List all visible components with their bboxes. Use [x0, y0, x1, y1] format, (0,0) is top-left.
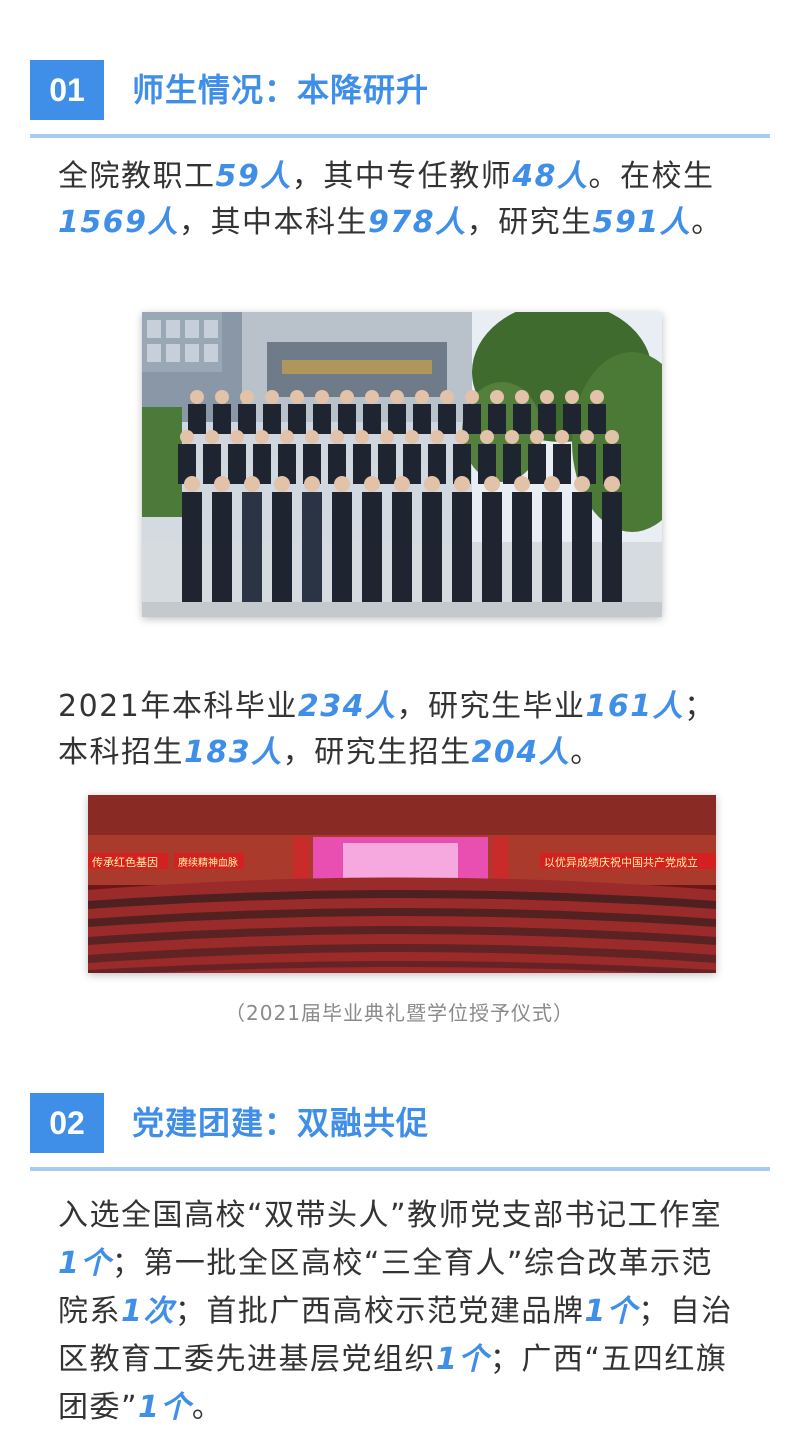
- highlight-number: 1个: [436, 1342, 490, 1377]
- section-divider: [30, 134, 770, 138]
- section-divider: [30, 1167, 770, 1171]
- text-segment: ；首批广西高校示范党建品牌: [174, 1294, 585, 1329]
- highlight-number: 234人: [297, 689, 397, 724]
- text-segment: 全院教职工: [58, 159, 216, 194]
- highlight-number: 591人: [592, 205, 692, 240]
- text-segment: ，其中本科生: [179, 205, 368, 240]
- highlight-number: 978人: [368, 205, 467, 240]
- highlight-number: 161人: [585, 689, 685, 724]
- text-segment: 。在校生: [588, 159, 715, 194]
- highlight-number: 1569人: [58, 205, 179, 240]
- highlight-number: 1次: [121, 1294, 175, 1329]
- banner-text-left: 传承红色基因: [92, 855, 158, 869]
- section-title: 党建团建：双融共促: [132, 1104, 430, 1142]
- text-segment: ，其中专任教师: [291, 159, 513, 194]
- graduation-ceremony-photo: 传承红色基因 赓续精神血脉 以优异成绩庆祝中国共产党成立: [88, 795, 716, 973]
- section-number-badge: 01: [30, 60, 104, 120]
- text-segment: 2021年本科毕业: [58, 689, 298, 724]
- highlight-number: 1个: [584, 1294, 639, 1329]
- highlight-number: 1个: [58, 1246, 112, 1281]
- photo-caption: （2021届毕业典礼暨学位授予仪式）: [225, 1001, 574, 1025]
- section-header-1: 01 师生情况：本降研升: [30, 60, 770, 140]
- staff-student-stats-paragraph: 全院教职工59人，其中专任教师48人。在校生 1569人，其中本科生978人，研究…: [58, 154, 744, 246]
- highlight-number: 48人: [512, 159, 589, 194]
- highlight-number: 59人: [215, 159, 292, 194]
- auditorium-illustration: 传承红色基因 赓续精神血脉 以优异成绩庆祝中国共产党成立: [88, 795, 716, 973]
- faculty-group-photo: [142, 312, 662, 617]
- section-number-badge: 02: [30, 1093, 104, 1153]
- group-photo-illustration: [142, 312, 662, 617]
- text-segment: ，研究生招生: [282, 735, 472, 770]
- banner-text-left-2: 赓续精神血脉: [178, 856, 238, 869]
- highlight-number: 1个: [138, 1390, 192, 1425]
- highlight-number: 183人: [184, 735, 283, 770]
- section-header-2: 02 党建团建：双融共促: [30, 1093, 770, 1173]
- section-title: 师生情况：本降研升: [132, 71, 430, 109]
- graduation-enrollment-paragraph: 2021年本科毕业234人，研究生毕业161人；本科招生183人，研究生招生20…: [58, 684, 744, 776]
- text-segment: ，研究生毕业: [396, 689, 586, 724]
- text-segment: 。: [691, 205, 723, 240]
- highlight-number: 204人: [471, 735, 571, 770]
- text-segment: 。: [191, 1390, 224, 1425]
- text-segment: 。: [570, 735, 602, 770]
- text-segment: ，研究生: [466, 205, 593, 240]
- party-building-paragraph: 入选全国高校“双带头人”教师党支部书记工作室1个；第一批全区高校“三全育人”综合…: [58, 1192, 744, 1432]
- text-segment: 入选全国高校“双带头人”教师党支部书记工作室: [58, 1198, 723, 1233]
- banner-text-right: 以优异成绩庆祝中国共产党成立: [544, 855, 698, 869]
